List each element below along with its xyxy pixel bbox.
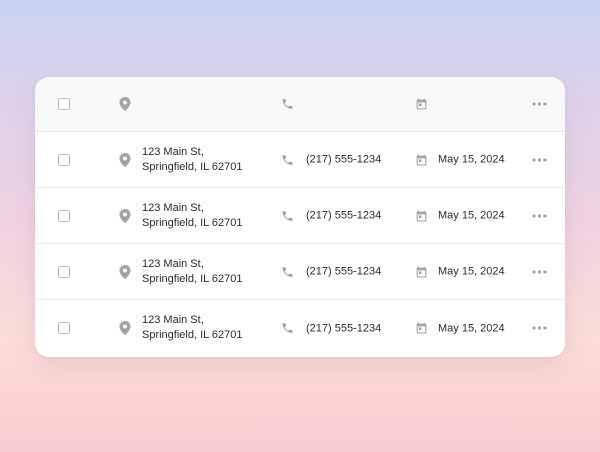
calendar-icon [415, 98, 428, 111]
phone-icon [281, 265, 294, 278]
phone-number: (217) 555-1234 [306, 322, 382, 334]
calendar-icon [415, 322, 428, 335]
row-checkbox[interactable] [58, 322, 70, 334]
more-horizontal-icon [532, 213, 547, 218]
date-cell: May 15, 2024 [415, 322, 505, 335]
address-cell: 123 Main St, Springfield, IL 62701 [119, 201, 243, 231]
address-line-1: 123 Main St, [142, 145, 204, 158]
table-header-row [35, 77, 565, 132]
address-cell: 123 Main St, Springfield, IL 62701 [119, 257, 243, 287]
calendar-icon [415, 265, 428, 278]
date-text: May 15, 2024 [438, 209, 505, 222]
date-cell: May 15, 2024 [415, 153, 505, 166]
row-checkbox[interactable] [58, 265, 70, 278]
phone-cell: (217) 555-1234 [281, 209, 381, 222]
date-text: May 15, 2024 [438, 265, 505, 278]
date-text: May 15, 2024 [438, 322, 505, 334]
address-text: 123 Main St, Springfield, IL 62701 [142, 145, 243, 175]
address-text: 123 Main St, Springfield, IL 62701 [142, 257, 243, 287]
select-all-cell [58, 98, 70, 110]
row-checkbox[interactable] [58, 153, 70, 166]
more-horizontal-icon [532, 326, 547, 330]
phone-cell: (217) 555-1234 [281, 265, 381, 278]
data-table: 123 Main St, Springfield, IL 62701 (217)… [35, 77, 565, 357]
address-line-2: Springfield, IL 62701 [142, 160, 243, 173]
date-text: May 15, 2024 [438, 153, 505, 166]
row-checkbox[interactable] [58, 209, 70, 222]
row-more-button[interactable] [532, 269, 547, 274]
row-checkbox-cell [58, 153, 70, 166]
row-more-button[interactable] [532, 157, 547, 162]
location-pin-icon [119, 264, 131, 279]
header-more-button[interactable] [532, 102, 547, 106]
phone-icon [281, 209, 294, 222]
address-line-2: Springfield, IL 62701 [142, 272, 243, 285]
address-line-2: Springfield, IL 62701 [142, 329, 243, 341]
address-line-1: 123 Main St, [142, 314, 204, 326]
calendar-icon [415, 209, 428, 222]
address-text: 123 Main St, Springfield, IL 62701 [142, 201, 243, 231]
select-all-checkbox[interactable] [58, 98, 70, 110]
phone-icon [281, 98, 294, 111]
row-checkbox-cell [58, 265, 70, 278]
table-row[interactable]: 123 Main St, Springfield, IL 62701 (217)… [35, 188, 565, 244]
phone-number: (217) 555-1234 [306, 153, 382, 166]
location-pin-icon [119, 152, 131, 167]
phone-icon [281, 322, 294, 335]
location-column-header[interactable] [119, 97, 131, 111]
row-checkbox-cell [58, 209, 70, 222]
phone-icon [281, 153, 294, 166]
date-cell: May 15, 2024 [415, 209, 505, 222]
more-horizontal-icon [532, 269, 547, 274]
phone-column-header[interactable] [281, 98, 294, 111]
more-horizontal-icon [532, 102, 547, 106]
phone-cell: (217) 555-1234 [281, 322, 381, 335]
location-pin-icon [119, 321, 131, 335]
date-cell: May 15, 2024 [415, 265, 505, 278]
location-pin-icon [119, 97, 131, 111]
address-line-2: Springfield, IL 62701 [142, 216, 243, 229]
phone-number: (217) 555-1234 [306, 265, 382, 278]
row-more-button[interactable] [532, 213, 547, 218]
address-text: 123 Main St, Springfield, IL 62701 [142, 313, 243, 343]
more-horizontal-icon [532, 157, 547, 162]
row-checkbox-cell [58, 322, 70, 334]
phone-cell: (217) 555-1234 [281, 153, 381, 166]
address-line-1: 123 Main St, [142, 257, 204, 270]
address-cell: 123 Main St, Springfield, IL 62701 [119, 145, 243, 175]
address-line-1: 123 Main St, [142, 201, 204, 214]
table-row[interactable]: 123 Main St, Springfield, IL 62701 (217)… [35, 132, 565, 188]
row-more-button[interactable] [532, 326, 547, 330]
date-column-header[interactable] [415, 98, 428, 111]
address-cell: 123 Main St, Springfield, IL 62701 [119, 313, 243, 343]
phone-number: (217) 555-1234 [306, 209, 382, 222]
table-row[interactable]: 123 Main St, Springfield, IL 62701 (217)… [35, 300, 565, 356]
table-row[interactable]: 123 Main St, Springfield, IL 62701 (217)… [35, 244, 565, 300]
location-pin-icon [119, 208, 131, 223]
calendar-icon [415, 153, 428, 166]
